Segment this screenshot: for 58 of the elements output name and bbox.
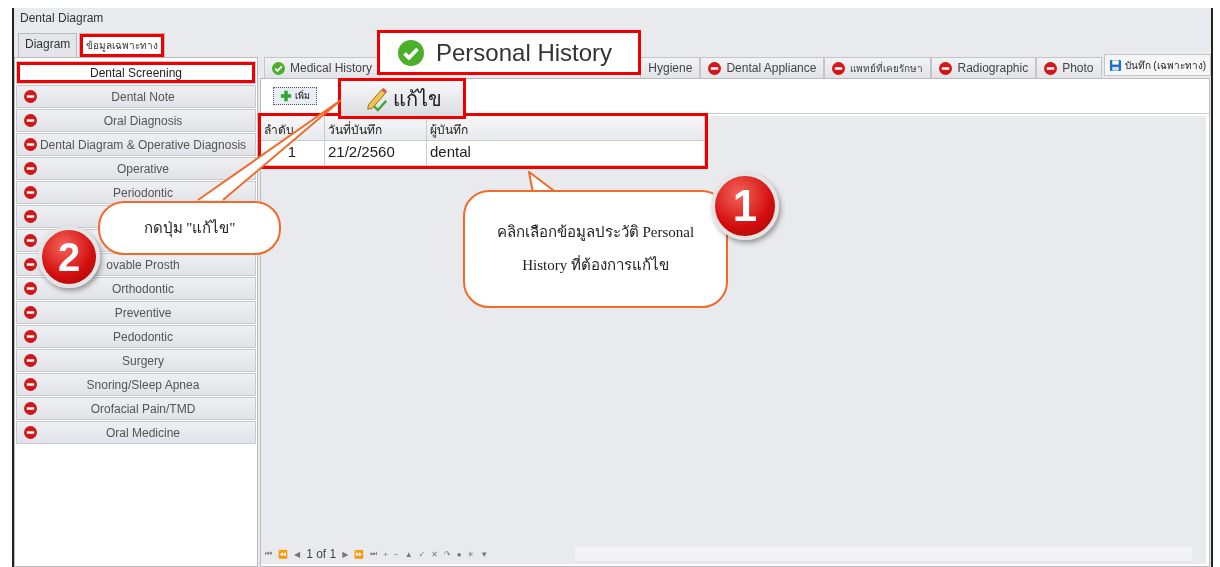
tab[interactable]: ข้อมูลเฉพาะทาง — [79, 33, 166, 57]
sidebar-item-label: Periodontic — [111, 185, 173, 200]
tab[interactable]: Radiographic — [931, 57, 1037, 78]
sidebar-item-label: Orofacial Pain/TMD — [89, 401, 196, 416]
sidebar-item[interactable]: Dental Note — [16, 85, 256, 108]
navigator-button[interactable]: ✕ — [431, 549, 438, 559]
sidebar-item[interactable]: Dental Diagram & Operative Diagnosis — [16, 133, 256, 156]
sidebar-item-label: Dental Diagram & Operative Diagnosis — [38, 137, 247, 152]
navigator-button[interactable]: + — [383, 549, 388, 559]
callout-tooltip: กดปุ่ม "แก้ไข" — [98, 201, 281, 255]
tab[interactable]: แพทย์ที่เคยรักษา — [824, 57, 932, 78]
navigator-button[interactable]: ✳ — [467, 549, 475, 559]
button-label: แก้ไข — [392, 86, 442, 112]
plus-icon — [280, 90, 292, 102]
table-cell: 21/2/2560 — [325, 141, 427, 165]
record-position: 1 of 1 — [306, 547, 337, 561]
sidebar-item-label: Oral Diagnosis — [102, 113, 183, 128]
sidebar-item[interactable]: Surgery — [16, 349, 256, 372]
sidebar-item[interactable]: Oral Medicine — [16, 421, 256, 444]
sidebar-item-label: ovable Prosth — [105, 257, 180, 272]
sidebar-item-label: Snoring/Sleep Apnea — [85, 377, 200, 392]
sidebar-item[interactable]: Preventive — [16, 301, 256, 324]
table-cell: dental — [427, 141, 705, 165]
window-title: Dental Diagram — [19, 10, 105, 27]
sidebar-item[interactable]: Pedodontic — [16, 325, 256, 348]
callout-tooltip: คลิกเลือกข้อมูลประวัติ Personal History ที่ต้องการแก้ไข — [463, 190, 728, 308]
navigator-button[interactable]: ✓ — [418, 549, 426, 559]
navigator-button[interactable]: − — [394, 549, 399, 559]
tab[interactable]: Hygiene — [640, 57, 701, 78]
navigator-button[interactable]: ◀ — [294, 549, 301, 559]
navigator-button[interactable]: ▲ — [404, 549, 413, 559]
sidebar-item-label: Dental Note — [110, 89, 175, 104]
sidebar-item[interactable]: Operative — [16, 157, 256, 180]
navigator-button[interactable]: ⏮ — [265, 549, 272, 559]
sidebar-item[interactable]: Orofacial Pain/TMD — [16, 397, 256, 420]
sidebar-item[interactable]: Snoring/Sleep Apnea — [16, 373, 256, 396]
sidebar-item[interactable]: Orthodontic — [16, 277, 256, 300]
tab[interactable]: Photo — [1036, 57, 1102, 78]
tab[interactable]: Medical History — [264, 57, 381, 78]
add-button[interactable]: เพิ่ม — [273, 87, 317, 105]
sidebar-item[interactable]: Dental Screening — [16, 61, 256, 84]
sidebar-item-label: Oral Medicine — [105, 425, 180, 440]
navigator-button[interactable]: ● — [456, 549, 462, 559]
navigator-button[interactable]: ⏭ — [370, 549, 378, 559]
tab-label: Personal History — [436, 38, 613, 67]
navigator-button[interactable]: ▼ — [480, 549, 489, 559]
sidebar-item-label: Preventive — [113, 305, 172, 320]
sidebar-item[interactable]: Oral Diagnosis — [16, 109, 256, 132]
sidebar-item-label: Dental Screening — [89, 65, 183, 80]
sidebar-item-label: Operative — [116, 161, 169, 176]
tab[interactable]: Dental Appliance — [700, 57, 825, 78]
tab[interactable]: Diagram — [18, 33, 78, 57]
sidebar-item-label: Pedodontic — [111, 329, 173, 344]
navigator-button[interactable]: ↷ — [444, 549, 451, 559]
navigator-button[interactable]: ▶ — [342, 549, 349, 559]
sidebar-item-label: Orthodontic — [110, 281, 174, 296]
save-button[interactable]: บันทึก (เฉพาะทาง) — [1103, 54, 1211, 76]
sidebar-item-label: Surgery — [121, 353, 164, 368]
